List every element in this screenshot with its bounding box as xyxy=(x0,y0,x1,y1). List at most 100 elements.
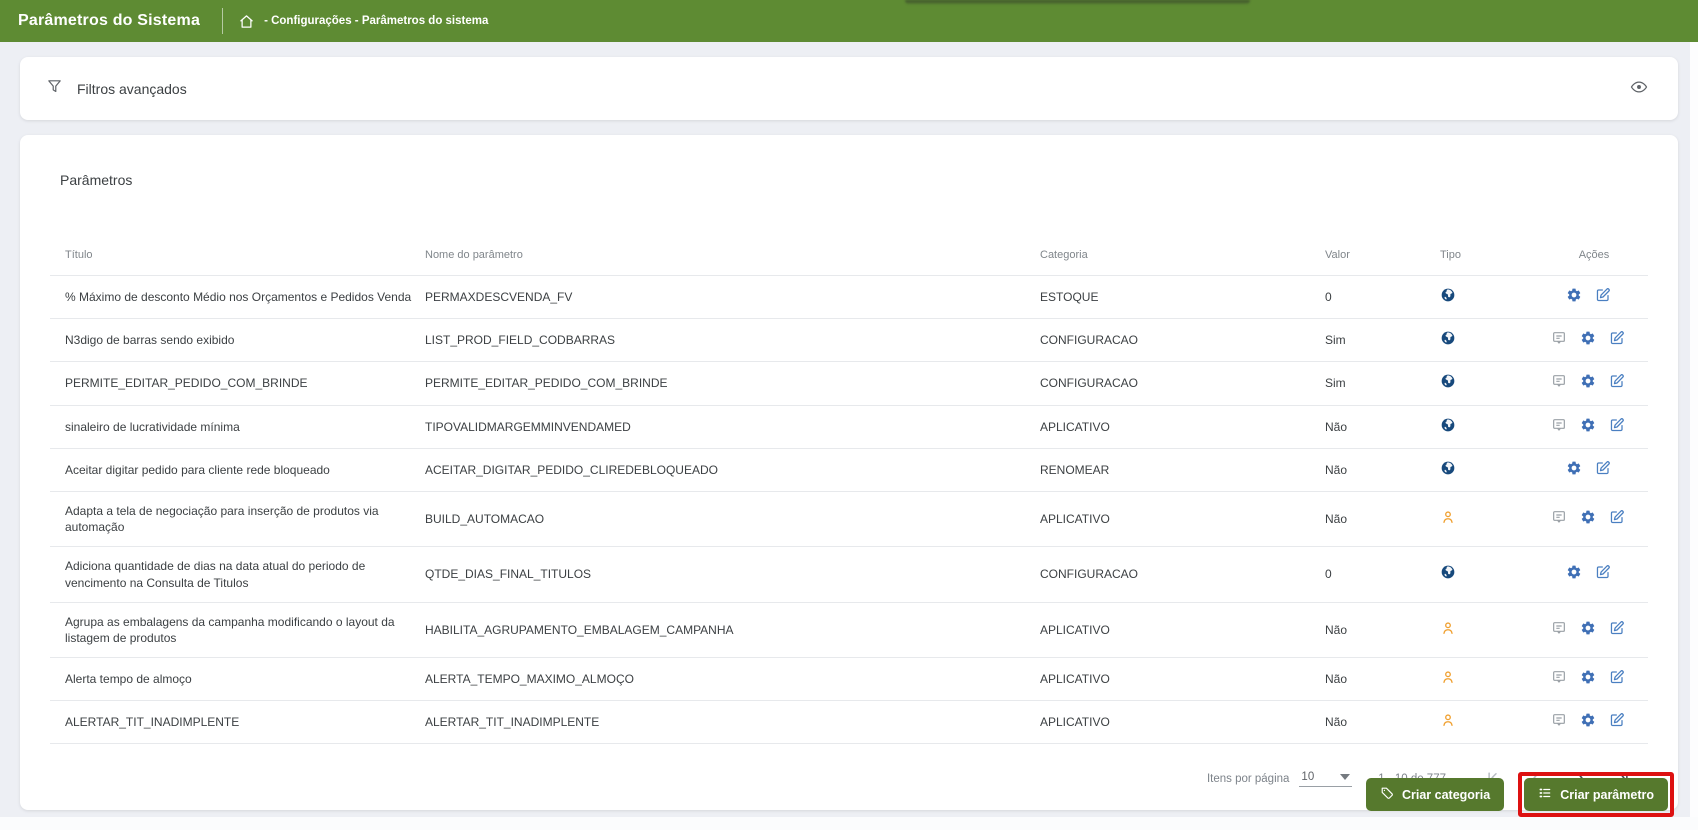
comment-icon xyxy=(1551,669,1567,688)
eye-icon xyxy=(1630,78,1648,99)
table-row: PERMITE_EDITAR_PEDIDO_COM_BRINDE PERMITE_… xyxy=(50,361,1648,406)
cell-nome: ALERTAR_TIT_INADIMPLENTE xyxy=(425,700,1040,745)
tag-icon xyxy=(1380,786,1394,803)
home-icon[interactable] xyxy=(239,14,254,29)
person-icon xyxy=(1440,511,1456,528)
cell-categoria: APLICATIVO xyxy=(1040,700,1325,745)
create-category-button[interactable]: Criar categoria xyxy=(1365,778,1505,811)
cell-nome: PERMAXDESCVENDA_FV xyxy=(425,274,1040,319)
gear-action-button[interactable] xyxy=(1580,669,1596,688)
cell-tipo xyxy=(1440,318,1540,362)
table-row: sinaleiro de lucratividade mínima TIPOVAL… xyxy=(50,404,1648,449)
list-icon xyxy=(1538,786,1552,803)
edit-action-button[interactable] xyxy=(1595,287,1611,306)
gear-icon xyxy=(1580,373,1596,392)
edit-action-button[interactable] xyxy=(1609,330,1625,349)
comment-icon xyxy=(1551,712,1567,731)
breadcrumb: - Configurações - Parâmetros do sistema xyxy=(264,15,489,27)
cell-titulo: Aceitar digitar pedido para cliente rede… xyxy=(50,447,425,492)
table-row: Agrupa as embalagens da campanha modific… xyxy=(50,601,1648,658)
cell-nome: ACEITAR_DIGITAR_PEDIDO_CLIREDEBLOQUEADO xyxy=(425,447,1040,492)
toggle-filters-visibility-button[interactable] xyxy=(1626,74,1652,103)
app-header: Parâmetros do Sistema - Configurações - … xyxy=(0,0,1698,42)
cell-valor: Não xyxy=(1325,700,1440,745)
gear-action-button[interactable] xyxy=(1566,287,1582,306)
comment-action-button[interactable] xyxy=(1551,669,1567,688)
gear-icon xyxy=(1566,564,1582,583)
edit-action-button[interactable] xyxy=(1609,417,1625,436)
gear-action-button[interactable] xyxy=(1580,712,1596,731)
advanced-filters-title: Filtros avançados xyxy=(77,80,187,97)
cell-acoes xyxy=(1540,274,1648,319)
comment-icon xyxy=(1551,620,1567,639)
gear-action-button[interactable] xyxy=(1580,330,1596,349)
footer-actions: Criar categoria Criar parâmetro xyxy=(1365,772,1674,817)
parameters-card-header: Parâmetros xyxy=(20,155,1678,204)
items-per-page: Itens por página 10 xyxy=(1206,771,1353,788)
comment-action-button[interactable] xyxy=(1551,620,1567,639)
cell-titulo: % Máximo de desconto Médio nos Orçamento… xyxy=(50,274,425,319)
advanced-filters-card[interactable]: Filtros avançados xyxy=(20,57,1678,120)
edit-icon xyxy=(1609,620,1625,639)
header-divider xyxy=(222,8,224,34)
gear-action-button[interactable] xyxy=(1566,564,1582,583)
items-per-page-select[interactable]: 10 xyxy=(1299,771,1353,788)
cell-valor: Não xyxy=(1325,657,1440,701)
comment-icon xyxy=(1551,509,1567,528)
edit-action-button[interactable] xyxy=(1609,712,1625,731)
gear-action-button[interactable] xyxy=(1580,509,1596,528)
cell-nome: HABILITA_AGRUPAMENTO_EMBALAGEM_CAMPANHA xyxy=(425,601,1040,658)
gear-icon xyxy=(1580,417,1596,436)
gear-icon xyxy=(1580,669,1596,688)
edit-action-button[interactable] xyxy=(1609,669,1625,688)
cell-nome: TIPOVALIDMARGEMMINVENDAMED xyxy=(425,404,1040,449)
globe-icon xyxy=(1440,418,1456,436)
cell-tipo xyxy=(1440,546,1540,603)
edit-action-button[interactable] xyxy=(1609,620,1625,639)
cell-categoria: APLICATIVO xyxy=(1040,490,1325,547)
cell-tipo xyxy=(1440,657,1540,701)
edit-action-button[interactable] xyxy=(1595,564,1611,583)
table-row: Adapta a tela de negociação para inserçã… xyxy=(50,490,1648,547)
cell-categoria: CONFIGURACAO xyxy=(1040,546,1325,603)
edit-action-button[interactable] xyxy=(1609,373,1625,392)
comment-icon xyxy=(1551,373,1567,392)
column-header-titulo: Título xyxy=(65,249,93,261)
cell-tipo xyxy=(1440,601,1540,658)
cell-categoria: RENOMEAR xyxy=(1040,447,1325,492)
edit-action-button[interactable] xyxy=(1595,460,1611,479)
edit-action-button[interactable] xyxy=(1609,509,1625,528)
cell-titulo: ALERTAR_TIT_INADIMPLENTE xyxy=(50,700,425,745)
parameters-card-title: Parâmetros xyxy=(60,172,133,188)
gear-icon xyxy=(1566,287,1582,306)
gear-action-button[interactable] xyxy=(1580,373,1596,392)
edit-icon xyxy=(1595,460,1611,479)
gear-action-button[interactable] xyxy=(1566,460,1582,479)
cell-valor: 0 xyxy=(1325,274,1440,319)
cell-valor: Não xyxy=(1325,601,1440,658)
parameters-table-body: % Máximo de desconto Médio nos Orçamento… xyxy=(50,274,1648,745)
parameters-card: Parâmetros Título Nome do parâmetro Cate… xyxy=(20,135,1678,811)
comment-action-button[interactable] xyxy=(1551,509,1567,528)
cell-titulo: Adiciona quantidade de dias na data atua… xyxy=(50,546,425,603)
create-parameter-button[interactable]: Criar parâmetro xyxy=(1524,778,1668,811)
cell-categoria: CONFIGURACAO xyxy=(1040,318,1325,362)
edit-icon xyxy=(1609,330,1625,349)
cell-acoes xyxy=(1540,404,1648,449)
page-content: Filtros avançados Parâmetros Título Nome… xyxy=(0,42,1698,811)
table-row: Alerta tempo de almoço ALERTA_TEMPO_MAXIM… xyxy=(50,657,1648,701)
comment-action-button[interactable] xyxy=(1551,712,1567,731)
edit-icon xyxy=(1609,712,1625,731)
browser-shadow-artifact xyxy=(905,0,1250,5)
cell-titulo: Adapta a tela de negociação para inserçã… xyxy=(50,490,425,547)
comment-action-button[interactable] xyxy=(1551,417,1567,436)
gear-icon xyxy=(1566,460,1582,479)
gear-icon xyxy=(1580,509,1596,528)
gear-action-button[interactable] xyxy=(1580,417,1596,436)
comment-action-button[interactable] xyxy=(1551,330,1567,349)
globe-icon xyxy=(1440,566,1456,583)
items-per-page-label: Itens por página xyxy=(1206,773,1290,786)
page-title: Parâmetros do Sistema xyxy=(18,12,201,29)
comment-action-button[interactable] xyxy=(1551,373,1567,392)
gear-action-button[interactable] xyxy=(1580,620,1596,639)
